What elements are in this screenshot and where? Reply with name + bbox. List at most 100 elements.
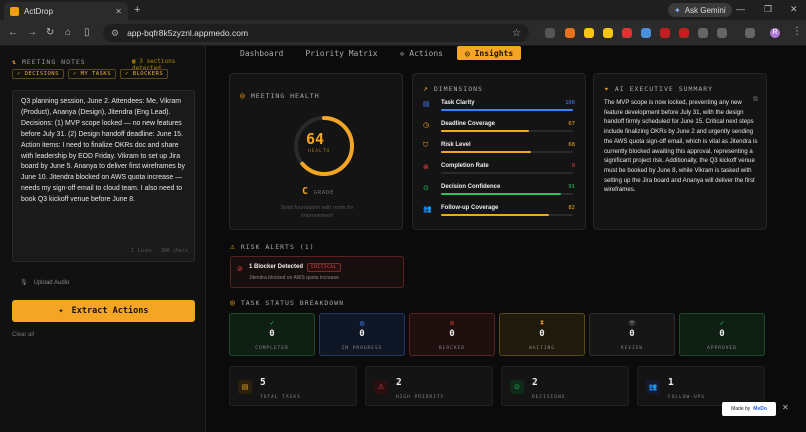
tab-label: Priority Matrix: [305, 48, 378, 58]
dimension-value: 68: [568, 142, 575, 148]
extension-icon[interactable]: [698, 28, 708, 38]
dimension-bar-track: [441, 130, 573, 132]
status-label: REVIEW: [620, 346, 644, 351]
microphone-icon: 🎙: [20, 280, 28, 286]
total-card-high-priority: ⚠ 2 HIGH PRIORITY: [365, 366, 493, 406]
ask-gemini-button[interactable]: ✦ Ask Gemini: [668, 3, 732, 17]
dimension-bar-track: [441, 214, 573, 216]
window-close-icon[interactable]: ✕: [790, 4, 798, 15]
health-grade: C GRADE: [302, 186, 334, 197]
task-status-title-text: TASK STATUS BREAKDOWN: [240, 298, 345, 307]
chip-decisions[interactable]: ✓ DECISIONS: [12, 69, 64, 79]
status-label: APPROVED: [707, 346, 737, 351]
chip-blockers[interactable]: ✓ BLOCKERS: [120, 69, 169, 79]
tab-dashboard[interactable]: Dashboard: [232, 46, 291, 60]
extension-icon[interactable]: [641, 28, 651, 38]
dimensions-title-text: DIMENSIONS: [433, 84, 483, 93]
total-label: FOLLOW-UPS: [668, 395, 706, 400]
dimension-label: Deadline Coverage: [441, 121, 496, 127]
bookmark-star-icon[interactable]: ☆: [512, 28, 521, 39]
forward-icon[interactable]: →: [27, 27, 37, 38]
made-by-brand: MeDo: [753, 406, 767, 412]
grade-label: GRADE: [314, 190, 335, 196]
tab-insights[interactable]: ◎ Insights: [456, 46, 522, 60]
minimize-icon[interactable]: —: [736, 4, 745, 14]
risk-title-text: RISK ALERTS (1): [240, 242, 315, 251]
extension-icon[interactable]: [660, 28, 670, 38]
grade-letter: C: [302, 186, 309, 197]
site-info-icon[interactable]: ⚙: [111, 28, 119, 39]
tab-label: Dashboard: [240, 48, 284, 58]
reload-icon[interactable]: ↻: [46, 27, 54, 38]
extension-icon[interactable]: [545, 28, 555, 38]
sparkle-icon: ✦: [58, 306, 64, 316]
tab-close-icon[interactable]: ✕: [115, 7, 122, 16]
status-tile-blocked[interactable]: ⊘ 0 BLOCKED: [409, 313, 495, 356]
risk-alert-detail: Jitendra blocked on AWS quota increase: [249, 275, 339, 281]
sparkle-icon: ✦: [604, 84, 610, 93]
back-icon[interactable]: ←: [8, 27, 18, 38]
upload-audio-label: Upload Audio: [33, 279, 70, 286]
status-icon: ✓: [269, 321, 275, 327]
home-icon[interactable]: ⌂: [65, 27, 71, 38]
health-icon: ◎: [240, 91, 246, 100]
dimension-bar-fill: [441, 214, 550, 216]
clear-all-link[interactable]: Clear all: [12, 332, 34, 338]
tab-priority-matrix[interactable]: Priority Matrix: [297, 46, 385, 60]
detected-icon: ▣: [132, 58, 136, 65]
kebab-menu-icon[interactable]: ⋮: [792, 26, 802, 37]
total-icon: ⚠: [374, 380, 388, 394]
risk-alerts-title: ⚠ RISK ALERTS (1): [230, 242, 315, 251]
upload-audio-button[interactable]: 🎙 Upload Audio: [20, 279, 70, 287]
status-count: 0: [359, 329, 365, 339]
extension-icon[interactable]: [565, 28, 575, 38]
split-view-icon[interactable]: ▯: [84, 27, 90, 38]
dimension-bar-fill: [441, 130, 530, 132]
made-by-badge[interactable]: Made by MeDo: [722, 402, 776, 416]
total-label: HIGH PRIORITY: [396, 395, 445, 400]
extension-icon[interactable]: [622, 28, 632, 38]
status-tile-review[interactable]: 👁 0 REVIEW: [589, 313, 675, 356]
tab-label: Insights: [474, 48, 514, 58]
health-score: 64: [306, 130, 325, 148]
dimension-label: Risk Level: [441, 142, 471, 148]
dimension-bar-fill: [441, 109, 573, 111]
status-count: 0: [449, 329, 455, 339]
chip-label: MY TASKS: [80, 71, 112, 77]
notes-title-text: MEETING NOTES: [21, 58, 86, 66]
dimension-label: Decision Confidence: [441, 184, 501, 190]
tab-actions[interactable]: ✢ Actions: [392, 46, 451, 60]
executive-summary-card: ✦ AI EXECUTIVE SUMMARY ⧉ The MVP scope i…: [593, 73, 767, 230]
new-tab-icon[interactable]: +: [134, 4, 140, 16]
status-tile-approved[interactable]: ✓ 0 APPROVED: [679, 313, 765, 356]
alert-circle-icon: ⊘: [237, 266, 243, 273]
chip-my-tasks[interactable]: ✓ MY TASKS: [67, 69, 117, 79]
risk-alert-item[interactable]: ⊘ 1 Blocker Detected CRITICAL Jitendra b…: [230, 256, 404, 288]
status-tile-in-progress[interactable]: ◍ 0 IN PROGRESS: [319, 313, 405, 356]
url-field[interactable]: ⚙ app-bqfr8k5zyznl.appmedo.com ☆: [103, 24, 529, 42]
extension-icon[interactable]: [679, 28, 689, 38]
health-description: Solid foundation with room for improveme…: [280, 205, 354, 219]
status-tile-completed[interactable]: ✓ 0 COMPLETED: [229, 313, 315, 356]
total-card-total-tasks: ▤ 5 TOTAL TASKS: [229, 366, 357, 406]
extract-actions-button[interactable]: ✦ Extract Actions: [12, 300, 195, 322]
extension-icon[interactable]: [584, 28, 594, 38]
notes-section-title: ⇅ MEETING NOTES: [12, 58, 86, 66]
dimension-bar-fill: [441, 193, 562, 195]
sidebar-toggle-icon[interactable]: [745, 28, 755, 38]
puzzle-icon[interactable]: [717, 28, 727, 38]
extension-icon[interactable]: [603, 28, 613, 38]
dimensions-title: ↗ DIMENSIONS: [423, 84, 483, 93]
dimension-label: Task Clarity: [441, 100, 475, 106]
dimension-label: Completion Rate: [441, 163, 489, 169]
browser-tab[interactable]: ActDrop ✕: [4, 2, 128, 20]
maximize-icon[interactable]: ❐: [764, 4, 772, 15]
status-icon: ⧗: [539, 320, 545, 326]
status-tile-waiting[interactable]: ⧗ 0 WAITING: [499, 313, 585, 356]
profile-avatar[interactable]: R: [770, 28, 780, 38]
chip-label: DECISIONS: [24, 71, 59, 77]
summary-title: ✦ AI EXECUTIVE SUMMARY: [604, 84, 713, 93]
notes-textarea[interactable]: Q3 planning session, June 2. Attendees: …: [12, 90, 195, 262]
chip-label: BLOCKERS: [132, 71, 164, 77]
badge-close-icon[interactable]: ✕: [782, 403, 789, 412]
